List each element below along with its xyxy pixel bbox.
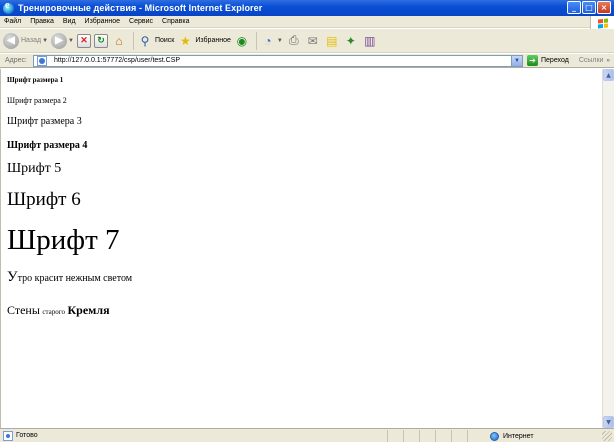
- mail-button[interactable]: ✉: [305, 31, 321, 51]
- status-panel: [419, 430, 435, 442]
- go-button[interactable]: ➔ Переход: [527, 55, 569, 66]
- status-bar: Готово Интернет: [0, 428, 614, 442]
- toolbar-separator: [132, 31, 134, 50]
- stop-icon: ✕: [76, 33, 91, 48]
- history-icon: ◔: [264, 33, 272, 48]
- status-panel: [467, 430, 483, 442]
- status-panel: [435, 430, 451, 442]
- status-panel: [387, 430, 403, 442]
- close-button[interactable]: ×: [597, 1, 611, 14]
- address-bar: Адрес: http://127.0.0.1:57772/csp/user/t…: [0, 54, 614, 68]
- font-size-6-text: Шрифт 6: [7, 189, 81, 210]
- scroll-up-icon[interactable]: ▲: [603, 69, 614, 81]
- windows-logo: [590, 16, 614, 30]
- address-url[interactable]: http://127.0.0.1:57772/csp/user/test.CSP: [54, 57, 180, 64]
- font-size-1-text: Шрифт размера 1: [7, 76, 64, 84]
- poem-line-1-rest: тро красит нежным светом: [17, 273, 133, 284]
- vertical-scrollbar[interactable]: ▲ ▼: [602, 69, 614, 428]
- back-label: Назад: [21, 37, 42, 44]
- toolbar-separator: [255, 31, 257, 50]
- poem-line-1: Утро красит нежным светом: [7, 269, 132, 286]
- minimize-button[interactable]: _: [567, 1, 581, 14]
- page-status-icon: [3, 430, 13, 441]
- printer-icon: ⎙: [289, 33, 299, 47]
- maximize-button[interactable]: □: [582, 1, 596, 14]
- edit-button[interactable]: ▤: [324, 31, 340, 51]
- links-chevron-icon[interactable]: »: [606, 58, 609, 64]
- home-icon: ⌂: [115, 33, 123, 48]
- favorites-label: Избранное: [195, 37, 231, 44]
- resize-grip-icon[interactable]: [602, 431, 612, 441]
- internet-globe-icon: [490, 431, 499, 441]
- back-button[interactable]: ◀ Назад ▼: [3, 31, 48, 51]
- search-button[interactable]: ⚲ Поиск: [137, 31, 175, 51]
- go-label: Переход: [541, 57, 569, 64]
- title-bar: Тренировочные действия - Microsoft Inter…: [0, 0, 614, 16]
- forward-dropdown-icon[interactable]: ▼: [68, 38, 74, 44]
- stop-button[interactable]: ✕: [76, 31, 91, 51]
- links-button[interactable]: Ссылки: [579, 57, 604, 64]
- forward-arrow-icon: ▶: [51, 32, 68, 49]
- poem-line-2-word-3: Кремля: [67, 303, 110, 317]
- go-arrow-icon: ➔: [527, 55, 538, 66]
- font-size-3-text: Шрифт размера 3: [7, 116, 82, 127]
- search-icon: ⚲: [140, 33, 150, 48]
- address-label: Адрес:: [5, 57, 27, 64]
- history-button[interactable]: ◔ ▼: [260, 31, 283, 51]
- history-dropdown-icon[interactable]: ▼: [277, 38, 283, 44]
- address-dropdown-icon[interactable]: ▼: [511, 55, 522, 66]
- font-size-4-text: Шрифт размера 4: [7, 140, 88, 151]
- mail-icon: ✉: [307, 33, 318, 48]
- refresh-icon: ↻: [93, 33, 108, 48]
- messenger-icon: ✦: [345, 33, 356, 48]
- favorites-button[interactable]: ★ Избранное: [177, 31, 231, 51]
- media-button[interactable]: ◉: [234, 31, 250, 51]
- window-title: Тренировочные действия - Microsoft Inter…: [18, 3, 263, 13]
- address-input[interactable]: http://127.0.0.1:57772/csp/user/test.CSP…: [33, 54, 523, 67]
- menu-file[interactable]: Файл: [4, 18, 21, 25]
- font-size-2-text: Шрифт размера 2: [7, 96, 67, 105]
- internet-explorer-icon: [3, 0, 14, 14]
- poem-line-2-word-1: Стены: [7, 303, 40, 317]
- windows-flag-icon: [597, 17, 608, 29]
- menu-edit[interactable]: Правка: [30, 18, 54, 25]
- font-size-5-text: Шрифт 5: [7, 161, 62, 176]
- poem-line-2: Стены старого Кремля: [7, 303, 110, 318]
- status-panel: [403, 430, 419, 442]
- media-icon: ◉: [236, 33, 248, 48]
- forward-button[interactable]: ▶ ▼: [51, 31, 74, 51]
- zone-text: Интернет: [503, 432, 534, 440]
- window-controls: _ □ ×: [567, 1, 611, 14]
- research-button[interactable]: ▥: [362, 31, 378, 51]
- menu-bar: Файл Правка Вид Избранное Сервис Справка: [0, 16, 614, 28]
- note-icon: ▤: [326, 33, 338, 48]
- scroll-down-icon[interactable]: ▼: [603, 416, 614, 428]
- favorites-star-icon: ★: [179, 33, 191, 48]
- status-panels: [387, 430, 483, 442]
- print-button[interactable]: ⎙: [286, 31, 302, 51]
- back-arrow-icon: ◀: [3, 32, 19, 49]
- page-content: Шрифт размера 1 Шрифт размера 2 Шрифт ра…: [0, 69, 602, 428]
- security-zone: Интернет: [490, 430, 534, 442]
- menu-favorites[interactable]: Избранное: [85, 18, 120, 25]
- messenger-button[interactable]: ✦: [343, 31, 359, 51]
- poem-line-2-word-2: старого: [42, 308, 65, 316]
- back-dropdown-icon[interactable]: ▼: [42, 38, 48, 44]
- home-button[interactable]: ⌂: [111, 31, 127, 51]
- search-label: Поиск: [154, 37, 175, 44]
- menu-tools[interactable]: Сервис: [129, 18, 153, 25]
- poem-line-1-initial: У: [7, 269, 18, 285]
- refresh-button[interactable]: ↻: [93, 31, 108, 51]
- font-size-7-text: Шрифт 7: [7, 224, 120, 256]
- standard-toolbar: ◀ Назад ▼ ▶ ▼ ✕ ↻ ⌂ ⚲ Поиск ★ Избранное …: [0, 29, 614, 53]
- menu-view[interactable]: Вид: [63, 18, 76, 25]
- status-text: Готово: [16, 432, 38, 439]
- research-icon: ▥: [364, 33, 376, 48]
- page-icon: [37, 55, 47, 66]
- menu-help[interactable]: Справка: [162, 18, 189, 25]
- status-panel: [451, 430, 467, 442]
